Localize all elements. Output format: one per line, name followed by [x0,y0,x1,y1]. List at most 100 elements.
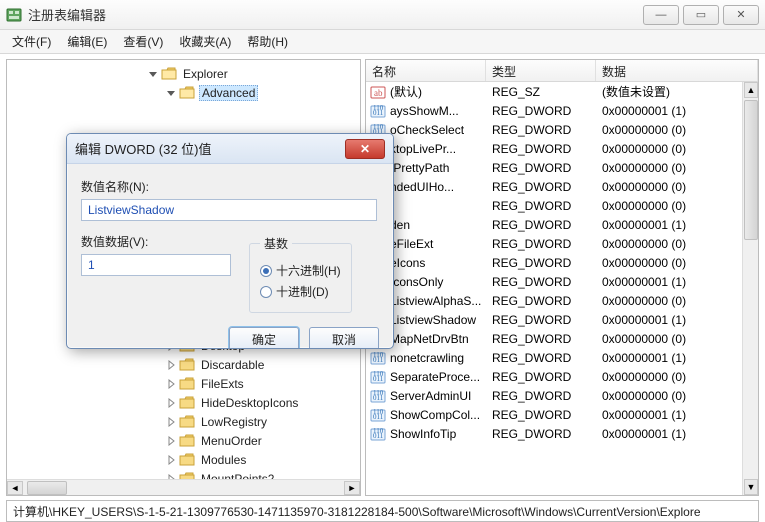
window-title: 注册表编辑器 [28,5,639,24]
close-button[interactable]: ✕ [723,5,759,25]
tree-label: Discardable [199,358,266,372]
list-row[interactable]: 011110ShowInfoTipREG_DWORD0x00000001 (1) [366,424,758,443]
radio-dec[interactable]: 十进制(D) [260,283,341,300]
list-row[interactable]: 011110eIconsREG_DWORD0x00000000 (0) [366,253,758,272]
menu-view[interactable]: 查看(V) [115,31,171,52]
expander-open-icon[interactable] [147,68,159,80]
list-row[interactable]: 011110ServerAdminUIREG_DWORD0x00000000 (… [366,386,758,405]
dialog-close-button[interactable]: ✕ [345,139,385,159]
maximize-button[interactable]: ▭ [683,5,719,25]
list-row[interactable]: 011110IconsOnlyREG_DWORD0x00000001 (1) [366,272,758,291]
menu-file[interactable]: 文件(F) [4,31,59,52]
radio-hex[interactable]: 十六进制(H) [260,262,341,279]
scroll-thumb[interactable] [744,100,758,240]
column-name[interactable]: 名称 [366,60,486,81]
expander-closed-icon[interactable] [165,435,177,447]
scroll-up-icon[interactable]: ▲ [744,82,758,98]
app-icon [6,7,22,23]
cancel-button[interactable]: 取消 [309,327,379,349]
dword-value-icon: 011110 [370,369,386,385]
value-type: REG_DWORD [486,237,596,251]
list-row[interactable]: 011110nonetcrawlingREG_DWORD0x00000001 (… [366,348,758,367]
base-legend: 基数 [260,235,292,252]
tree-node[interactable]: Discardable [7,355,360,374]
list-row[interactable]: 011110ListviewAlphaS...REG_DWORD0x000000… [366,291,758,310]
list-row[interactable]: 011110ktopLivePr...REG_DWORD0x00000000 (… [366,139,758,158]
value-data-input[interactable] [81,254,231,276]
value-name: ktopLivePr... [390,142,456,156]
dword-value-icon: 011110 [370,103,386,119]
list-row[interactable]: 011110ndedUIHo...REG_DWORD0x00000000 (0) [366,177,758,196]
value-name-input[interactable] [81,199,377,221]
menu-favorites[interactable]: 收藏夹(A) [171,31,239,52]
tree-node-explorer[interactable]: Explorer [7,64,360,83]
value-data: 0x00000001 (1) [596,427,758,441]
list-row[interactable]: 011110ListviewShadowREG_DWORD0x00000001 … [366,310,758,329]
value-type: REG_DWORD [486,180,596,194]
menu-help[interactable]: 帮助(H) [239,31,296,52]
value-data: 0x00000000 (0) [596,332,758,346]
tree-node[interactable]: HideDesktopIcons [7,393,360,412]
expander-closed-icon[interactable] [165,378,177,390]
tree-node[interactable]: Modules [7,450,360,469]
value-type: REG_DWORD [486,142,596,156]
string-value-icon: ab [370,84,386,100]
value-name: ServerAdminUI [390,389,471,403]
column-data[interactable]: 数据 [596,60,758,81]
expander-closed-icon[interactable] [165,454,177,466]
column-type[interactable]: 类型 [486,60,596,81]
status-path: 计算机\HKEY_USERS\S-1-5-21-1309776530-14711… [13,505,701,519]
list-row[interactable]: 011110ShowCompCol...REG_DWORD0x00000001 … [366,405,758,424]
value-name-label: 数值名称(N): [81,178,379,195]
tree-node[interactable]: LowRegistry [7,412,360,431]
scroll-left-icon[interactable]: ◄ [7,481,23,495]
tree-horizontal-scrollbar[interactable]: ◄ ► [7,479,360,495]
value-name: oCheckSelect [390,123,464,137]
list-row[interactable]: 011110oCheckSelectREG_DWORD0x00000000 (0… [366,120,758,139]
svg-text:110: 110 [373,351,384,359]
list-row[interactable]: 011110tPrettyPathREG_DWORD0x00000000 (0) [366,158,758,177]
scroll-right-icon[interactable]: ► [344,481,360,495]
svg-text:110: 110 [373,427,384,435]
list-vertical-scrollbar[interactable]: ▲ ▼ [742,82,758,495]
value-name: ShowInfoTip [390,427,456,441]
ok-button[interactable]: 确定 [229,327,299,349]
tree-node[interactable]: FileExts [7,374,360,393]
list-row[interactable]: 011110eFileExtREG_DWORD0x00000000 (0) [366,234,758,253]
value-data: 0x00000001 (1) [596,408,758,422]
dword-value-icon: 011110 [370,407,386,423]
value-data: 0x00000000 (0) [596,389,758,403]
value-data: 0x00000000 (0) [596,237,758,251]
list-row[interactable]: 011110aysShowM...REG_DWORD0x00000001 (1) [366,101,758,120]
dword-value-icon: 011110 [370,426,386,442]
expander-closed-icon[interactable] [165,359,177,371]
expander-closed-icon[interactable] [165,397,177,409]
list-row[interactable]: 011110REG_DWORD0x00000000 (0) [366,196,758,215]
tree-node[interactable]: MenuOrder [7,431,360,450]
list-row[interactable]: ab(默认)REG_SZ(数值未设置) [366,82,758,101]
radio-hex-label: 十六进制(H) [276,262,341,279]
expander-open-icon[interactable] [165,87,177,99]
scroll-thumb[interactable] [27,481,67,495]
minimize-button[interactable]: — [643,5,679,25]
value-data: (数值未设置) [596,83,758,100]
scroll-down-icon[interactable]: ▼ [744,479,758,495]
tree-label: FileExts [199,377,246,391]
edit-dword-dialog: 编辑 DWORD (32 位)值 ✕ 数值名称(N): 数值数据(V): 基数 … [66,133,394,349]
menu-edit[interactable]: 编辑(E) [59,31,115,52]
value-data: 0x00000001 (1) [596,313,758,327]
value-data: 0x00000001 (1) [596,351,758,365]
tree-label: MenuOrder [199,434,264,448]
list-row[interactable]: 011110denREG_DWORD0x00000001 (1) [366,215,758,234]
radio-dec-label: 十进制(D) [276,283,329,300]
value-type: REG_DWORD [486,351,596,365]
value-type: REG_DWORD [486,332,596,346]
value-type: REG_DWORD [486,218,596,232]
tree-node-advanced[interactable]: Advanced [7,83,360,102]
svg-text:ab: ab [374,88,383,98]
expander-closed-icon[interactable] [165,416,177,428]
radio-icon [260,286,272,298]
list-row[interactable]: 011110SeparateProce...REG_DWORD0x0000000… [366,367,758,386]
tree-label: HideDesktopIcons [199,396,300,410]
list-row[interactable]: 011110MapNetDrvBtnREG_DWORD0x00000000 (0… [366,329,758,348]
